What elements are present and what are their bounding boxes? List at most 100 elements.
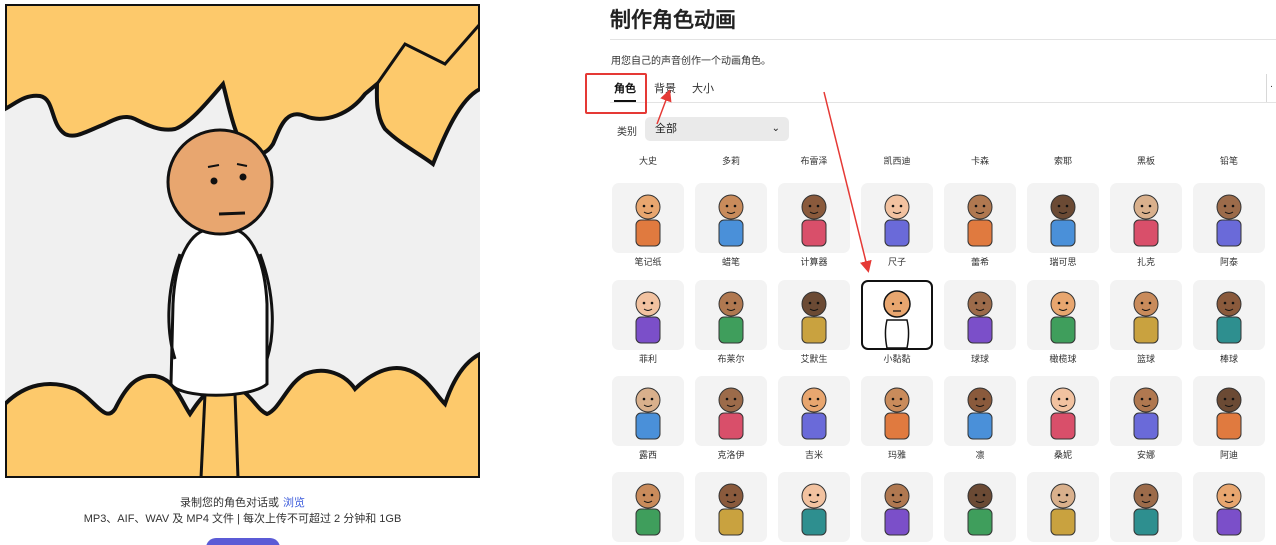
character-item[interactable]: 小黏黏	[861, 280, 933, 365]
character-item[interactable]: 露西	[612, 376, 684, 461]
character-thumbnail	[1110, 280, 1182, 350]
character-item[interactable]: 凯西迪	[861, 156, 933, 167]
more-icon[interactable]: ·	[1266, 74, 1276, 102]
character-thumbnail	[861, 472, 933, 542]
character-thumbnail	[695, 183, 767, 253]
character-name: 菲利	[638, 354, 657, 364]
character-item[interactable]	[612, 472, 684, 545]
character-item[interactable]: 铅笔	[1193, 156, 1265, 167]
character-icon	[1050, 194, 1076, 247]
browse-link[interactable]: 浏览	[283, 497, 305, 509]
character-icon	[1216, 483, 1242, 536]
character-item[interactable]: 扎克	[1110, 183, 1182, 268]
character-item[interactable]: 布莱尔	[695, 280, 767, 365]
character-item[interactable]: 吉米	[778, 376, 850, 461]
tab-background[interactable]: 背景	[654, 80, 676, 96]
character-item[interactable]	[1193, 472, 1265, 545]
character-item[interactable]	[778, 472, 850, 545]
character-item[interactable]: 桑妮	[1027, 376, 1099, 461]
character-item[interactable]: 大史	[612, 156, 684, 167]
character-item[interactable]: 篮球	[1110, 280, 1182, 365]
character-item[interactable]: 尺子	[861, 183, 933, 268]
character-icon	[967, 387, 993, 440]
character-item[interactable]: 玛雅	[861, 376, 933, 461]
character-thumbnail	[695, 280, 767, 350]
character-thumbnail	[612, 183, 684, 253]
character-item[interactable]	[695, 472, 767, 545]
character-thumbnail	[944, 472, 1016, 542]
character-icon	[635, 291, 661, 344]
character-icon	[1050, 387, 1076, 440]
character-item[interactable]: 阿泰	[1193, 183, 1265, 268]
preview-scene	[5, 4, 480, 478]
character-item[interactable]: 蕾希	[944, 183, 1016, 268]
character-name: 尺子	[887, 257, 906, 267]
character-thumbnail	[695, 376, 767, 446]
character-icon	[801, 194, 827, 247]
character-name: 露西	[638, 450, 657, 460]
character-item[interactable]	[861, 472, 933, 545]
character-item[interactable]: 多莉	[695, 156, 767, 167]
character-item[interactable]: 计算器	[778, 183, 850, 268]
character-icon	[1216, 291, 1242, 344]
character-icon	[718, 483, 744, 536]
character-thumbnail	[1027, 472, 1099, 542]
character-item[interactable]	[944, 472, 1016, 545]
character-icon	[967, 291, 993, 344]
character-icon	[967, 194, 993, 247]
character-item[interactable]: 橄榄球	[1027, 280, 1099, 365]
character-name: 棒球	[1219, 354, 1238, 364]
character-item[interactable]	[1110, 472, 1182, 545]
character-thumbnail	[778, 183, 850, 253]
character-name: 阿迪	[1219, 450, 1238, 460]
tab-bar: 角色 背景 大小 ·	[610, 74, 1276, 103]
record-button[interactable]	[206, 538, 280, 545]
character-name: 凛	[975, 450, 985, 460]
character-item[interactable]: 菲利	[612, 280, 684, 365]
character-item[interactable]: 艾默生	[778, 280, 850, 365]
character-thumbnail	[1193, 183, 1265, 253]
tab-character[interactable]: 角色	[614, 80, 636, 96]
character-name: 桑妮	[1053, 450, 1072, 460]
character-icon	[967, 483, 993, 536]
category-select[interactable]: 全部 ⌄	[645, 117, 789, 141]
character-icon	[1216, 387, 1242, 440]
character-item[interactable]: 索耶	[1027, 156, 1099, 167]
panel-title: 制作角色动画	[610, 9, 736, 32]
character-name: 克洛伊	[717, 450, 745, 460]
character-name: 吉米	[804, 450, 823, 460]
character-item[interactable]: 球球	[944, 280, 1016, 365]
character-name: 安娜	[1136, 450, 1155, 460]
character-thumbnail	[1193, 376, 1265, 446]
character-name: 计算器	[800, 257, 828, 267]
divider	[610, 39, 1276, 40]
character-item[interactable]: 克洛伊	[695, 376, 767, 461]
character-icon	[1050, 483, 1076, 536]
character-thumbnail	[1110, 183, 1182, 253]
character-item[interactable]: 卡森	[944, 156, 1016, 167]
character-icon	[1216, 194, 1242, 247]
character-icon	[718, 291, 744, 344]
character-item[interactable]: 安娜	[1110, 376, 1182, 461]
character-item[interactable]: 蜡笔	[695, 183, 767, 268]
character-item[interactable]: 笔记纸	[612, 183, 684, 268]
character-thumbnail	[944, 376, 1016, 446]
tab-size[interactable]: 大小	[692, 80, 714, 96]
character-thumbnail	[612, 376, 684, 446]
character-name: 铅笔	[1219, 156, 1238, 166]
character-item[interactable]: 布雷泽	[778, 156, 850, 167]
character-item[interactable]: 阿迪	[1193, 376, 1265, 461]
character-item[interactable]	[1027, 472, 1099, 545]
character-name: 球球	[970, 354, 989, 364]
character-thumbnail	[1027, 183, 1099, 253]
character-item[interactable]: 黑板	[1110, 156, 1182, 167]
character-thumbnail	[778, 472, 850, 542]
character-item[interactable]: 凛	[944, 376, 1016, 461]
character-name: 蜡笔	[721, 257, 740, 267]
category-label: 类别	[617, 127, 637, 138]
character-item[interactable]: 棒球	[1193, 280, 1265, 365]
character-icon	[718, 387, 744, 440]
character-item[interactable]: 瑞可思	[1027, 183, 1099, 268]
character-name: 橄榄球	[1049, 354, 1077, 364]
character-name: 黑板	[1136, 156, 1155, 166]
